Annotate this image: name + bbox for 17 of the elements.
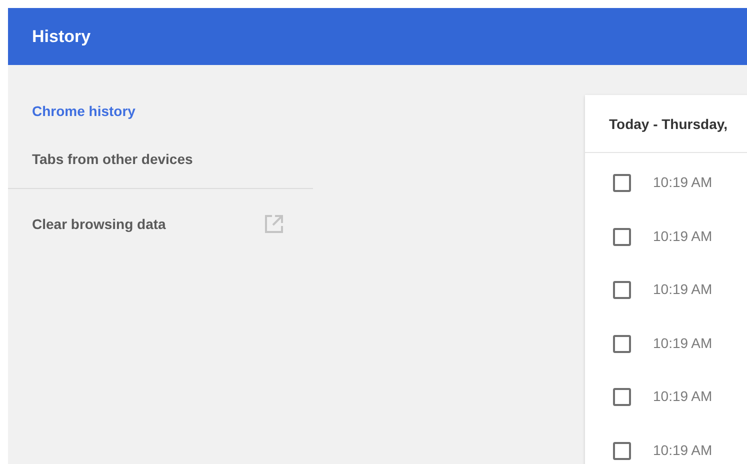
entry-time: 10:19 AM [653, 281, 712, 297]
entry-time: 10:19 AM [653, 228, 712, 244]
checkbox[interactable] [613, 388, 631, 406]
toolbar-title: History [32, 26, 91, 46]
entry-time: 10:19 AM [653, 334, 712, 350]
entry-time: 10:19 AM [653, 388, 712, 404]
checkbox[interactable] [613, 281, 631, 299]
date-heading: Today - Thursday, [585, 95, 747, 153]
checkbox[interactable] [613, 228, 631, 246]
checkbox[interactable] [613, 442, 631, 460]
clear-browsing-data-link[interactable]: Clear browsing data [32, 216, 166, 232]
entry-time: 10:19 AM [653, 174, 712, 190]
sidebar-item[interactable]: Chrome history [8, 87, 160, 135]
checkbox[interactable] [613, 174, 631, 192]
checkbox[interactable] [613, 334, 631, 352]
entry-time: 10:19 AM [653, 442, 712, 458]
sidebar-item[interactable]: Tabs from other devices [8, 135, 217, 183]
